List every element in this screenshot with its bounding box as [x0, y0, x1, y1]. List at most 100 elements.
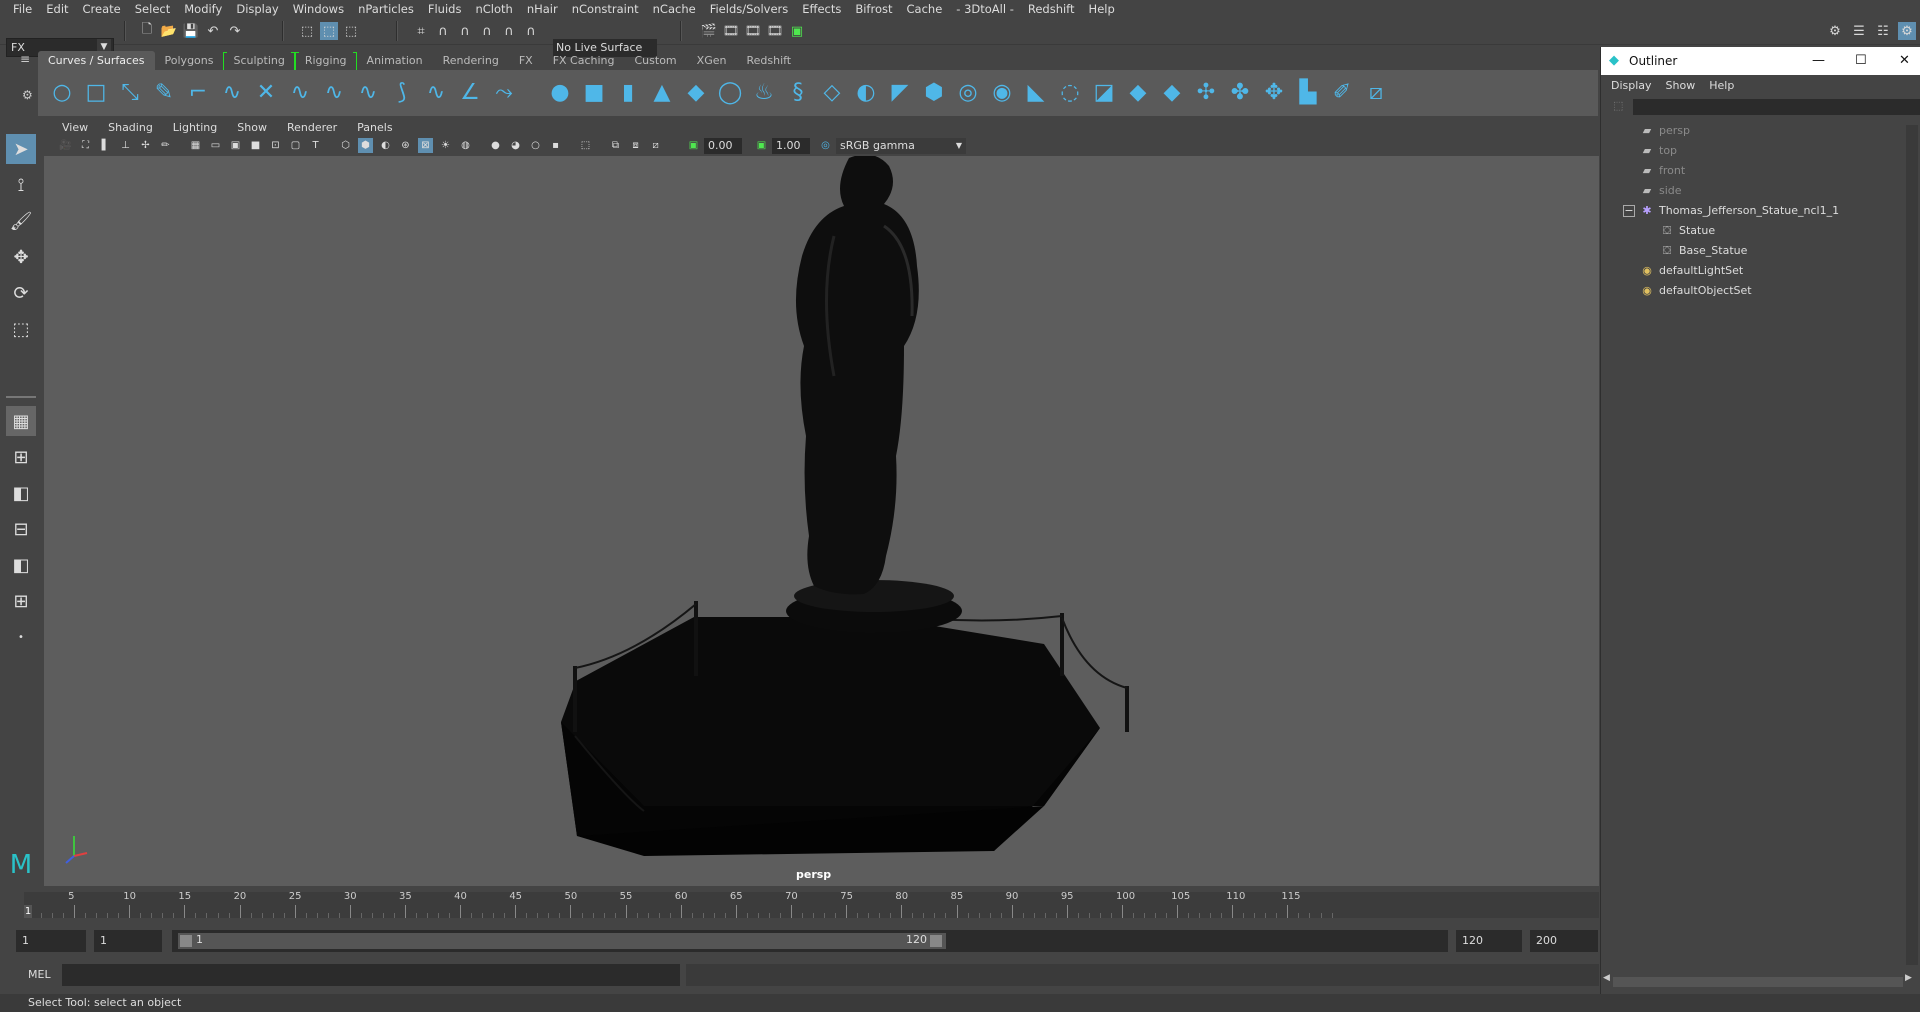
scroll-right-icon[interactable]: ▶ [1905, 973, 1912, 983]
shelf-tab-fx-caching[interactable]: FX Caching [543, 51, 625, 70]
xray-joints-icon[interactable]: ⧉ [608, 138, 623, 153]
start-time-field[interactable]: 1 [16, 930, 86, 952]
rebuild-curve-icon[interactable]: ∿ [354, 78, 382, 106]
shelf-tab-custom[interactable]: Custom [625, 51, 687, 70]
sculpt-geometry-icon[interactable]: ✐ [1328, 78, 1356, 106]
square-surface-icon[interactable]: ◎ [954, 78, 982, 106]
menu-nhair[interactable]: nHair [520, 2, 565, 16]
new-scene-icon[interactable]: 🗋 [138, 22, 156, 40]
outliner-vscroll[interactable] [1906, 125, 1918, 965]
intersect-curve-icon[interactable]: ✕ [252, 78, 280, 106]
color-management-icon[interactable]: ◎ [818, 138, 833, 153]
persp-hypershade-icon[interactable]: ◧ [6, 550, 36, 580]
move-tool-icon[interactable]: ✥ [6, 242, 36, 272]
loft-icon[interactable]: § [784, 78, 812, 106]
nurbs-cylinder-icon[interactable]: ▮ [614, 78, 642, 106]
viewport-menu-show[interactable]: Show [227, 121, 277, 134]
command-input[interactable] [62, 964, 680, 986]
nurbs-plane-icon[interactable]: ◆ [682, 78, 710, 106]
minimize-icon[interactable]: — [1812, 47, 1825, 75]
menu-effects[interactable]: Effects [795, 2, 848, 16]
viewport-menu-panels[interactable]: Panels [347, 121, 402, 134]
select-camera-icon[interactable]: 🎥 [58, 138, 73, 153]
bevel-plus-icon[interactable]: ◣ [1022, 78, 1050, 106]
safe-action-icon[interactable]: ▢ [288, 138, 303, 153]
menu-redshift[interactable]: Redshift [1021, 2, 1082, 16]
maximize-icon[interactable]: ☐ [1855, 47, 1867, 75]
untrim-icon[interactable]: ◆ [1158, 78, 1186, 106]
snap-view-icon[interactable]: ∩ [478, 22, 496, 40]
render-settings-icon[interactable]: ▣ [788, 22, 806, 40]
modeling-toolkit-icon[interactable]: ⚙ [1826, 22, 1844, 40]
playback-end-field[interactable]: 120 [1456, 930, 1522, 952]
undo-icon[interactable]: ↶ [204, 22, 222, 40]
tool-settings-icon[interactable]: ☷ [1874, 22, 1892, 40]
viewport-menu-renderer[interactable]: Renderer [277, 121, 347, 134]
xray-icon[interactable]: ⬚ [578, 138, 593, 153]
grease-pencil-icon[interactable]: ✏ [158, 138, 173, 153]
menu-display[interactable]: Display [229, 2, 285, 16]
filter-icon[interactable]: ⬚ [1613, 99, 1623, 112]
menu-modify[interactable]: Modify [177, 2, 229, 16]
render-sequence-icon[interactable]: 🎞 [744, 22, 762, 40]
xray-components-icon[interactable]: ⧈ [628, 138, 643, 153]
color-space-dropdown[interactable]: sRGB gamma ▼ [836, 138, 966, 154]
collapse-icon[interactable]: − [1623, 205, 1635, 217]
snap-grid-icon[interactable]: ⌗ [412, 22, 430, 40]
boundary-icon[interactable]: ⬢ [920, 78, 948, 106]
viewport-menu-shading[interactable]: Shading [98, 121, 163, 134]
select-hierarchy-icon[interactable]: ⬚ [298, 22, 316, 40]
menu-ncache[interactable]: nCache [646, 2, 703, 16]
nurbs-square-icon[interactable]: □ [82, 78, 110, 106]
menu-file[interactable]: File [6, 2, 39, 16]
grid-icon[interactable]: ▦ [188, 138, 203, 153]
menu-fluids[interactable]: Fluids [421, 2, 469, 16]
outliner-item-front[interactable]: ▰ front [1639, 161, 1685, 181]
nurbs-cone-icon[interactable]: ▲ [648, 78, 676, 106]
time-slider-track[interactable] [24, 892, 1599, 918]
shelf-tab-sculpting[interactable]: Sculpting [223, 51, 296, 71]
attach-surface-icon[interactable]: ✣ [1192, 78, 1220, 106]
range-slider-bar[interactable] [178, 933, 946, 949]
2d-pan-zoom-icon[interactable]: ✢ [138, 138, 153, 153]
align-surface-icon[interactable]: ✥ [1260, 78, 1288, 106]
offset-curve-icon[interactable]: ⟆ [388, 78, 416, 106]
film-gate-icon[interactable]: ▭ [208, 138, 223, 153]
menu-help[interactable]: Help [1082, 2, 1122, 16]
cv-curve-icon[interactable]: ⌐ [184, 78, 212, 106]
shelf-tab-polygons[interactable]: Polygons [155, 51, 224, 70]
menu-fields-solvers[interactable]: Fields/Solvers [703, 2, 796, 16]
wireframe-icon[interactable]: ⬡ [338, 138, 353, 153]
resolution-gate-icon[interactable]: ▣ [228, 138, 243, 153]
nurbs-cube-icon[interactable]: ■ [580, 78, 608, 106]
fillet-curve-icon[interactable]: ∠ [456, 78, 484, 106]
range-end-handle[interactable] [930, 935, 942, 947]
smooth-shade-icon[interactable]: ⬢ [358, 138, 373, 153]
menu-3dtoall[interactable]: - 3DtoAll - [949, 2, 1021, 16]
more-layouts-icon[interactable]: • [6, 622, 36, 652]
planar-icon[interactable]: ◇ [818, 78, 846, 106]
select-component-icon[interactable]: ⬚ [342, 22, 360, 40]
time-slider[interactable]: 1 5 10 15 20 25 30 35 40 45 50 55 60 65 70 75 80 85 90 95 1… [0, 887, 1599, 922]
snap-surface-icon[interactable]: ∩ [500, 22, 518, 40]
extrude-icon[interactable]: ◐ [852, 78, 880, 106]
menu-select[interactable]: Select [128, 2, 177, 16]
current-frame-marker[interactable]: 1 [24, 905, 32, 918]
gamma-field[interactable]: 1.00 [772, 138, 810, 154]
extend-curve-icon[interactable]: ∿ [422, 78, 450, 106]
perspective-viewport[interactable]: persp [44, 156, 1599, 886]
bookmark-icon[interactable]: ▌ [98, 138, 113, 153]
four-view-icon[interactable]: ⊞ [6, 442, 36, 472]
nurbs-sphere-icon[interactable]: ● [546, 78, 574, 106]
depth-of-field-icon[interactable]: ○ [528, 138, 543, 153]
bezier-curve-icon[interactable]: ∿ [218, 78, 246, 106]
menu-bifrost[interactable]: Bifrost [848, 2, 899, 16]
render-frame-icon[interactable]: 🎬 [700, 22, 718, 40]
isolate-select-icon[interactable]: ▪ [548, 138, 563, 153]
gamma-icon[interactable]: ▣ [754, 138, 769, 153]
menu-ncloth[interactable]: nCloth [468, 2, 519, 16]
outliner-item-top[interactable]: ▰ top [1639, 141, 1677, 161]
outliner-item-statue[interactable]: ⛋ Statue [1659, 221, 1715, 241]
outliner-menu-help[interactable]: Help [1705, 79, 1744, 92]
textured-icon[interactable]: ⊛ [398, 138, 413, 153]
